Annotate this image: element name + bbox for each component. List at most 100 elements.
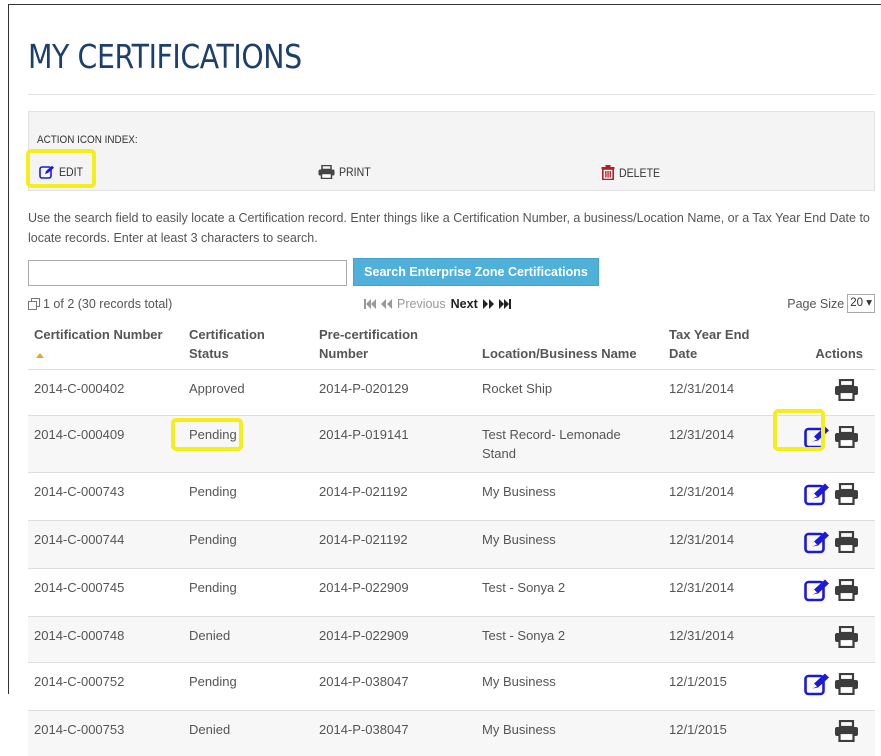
printer-icon[interactable] [834,379,859,406]
cell-actions [775,521,875,569]
cell-actions [775,473,875,521]
cell-tax-date: 12/1/2015 [663,663,775,711]
pager-nav: Previous Next [364,297,511,311]
icon-index-heading: ACTION ICON INDEX: [37,134,138,146]
page-size-label: Page Size [787,297,844,311]
legend-delete: DELETE [601,165,666,180]
location-header-label: Location/Business Name [482,346,637,361]
column-header-actions: Actions [775,322,875,370]
printer-icon[interactable] [834,483,859,510]
printer-icon[interactable] [834,531,859,558]
precert-header-line1: Pre-certification [319,327,418,342]
cell-status: Pending [183,521,313,569]
cell-status: Pending [183,416,313,473]
page-frame: MY CERTIFICATIONS ACTION ICON INDEX: EDI… [8,4,881,694]
table-row: 2014-C-000409Pending2014-P-019141Test Re… [28,416,875,473]
edit-icon[interactable] [804,530,831,559]
page-size-value: 20 [850,297,863,309]
legend-delete-label: DELETE [619,166,660,180]
cell-location: Test - Sonya 2 [476,569,663,617]
column-header-cert-number[interactable]: Certification Number [28,322,183,370]
page-size-select[interactable]: 20 ▾ [847,294,875,313]
status-text: Pending [189,484,237,499]
page-size-control: Page Size 20 ▾ [787,294,875,313]
trash-icon [601,165,615,180]
status-text: Denied [189,628,230,643]
column-header-tax-date[interactable]: Tax Year End Date [663,322,775,370]
cell-location: Test - Sonya 2 [476,617,663,663]
cell-status: Pending [183,473,313,521]
cell-precert-number: 2014-P-020129 [313,370,476,416]
cell-cert-number: 2014-C-000743 [28,473,183,521]
cell-status: Denied [183,711,313,756]
title-divider [28,94,875,95]
previous-page-icon[interactable] [381,299,392,309]
cell-location: Rocket Ship [476,370,663,416]
edit-icon[interactable] [804,425,831,454]
table-row: 2014-C-000402Approved2014-P-020129Rocket… [28,370,875,416]
legend-edit: EDIT [39,165,86,179]
printer-icon[interactable] [834,720,859,747]
table-header-row: Certification Number Certification Statu… [28,322,875,370]
next-page-link[interactable]: Next [451,297,478,311]
printer-icon[interactable] [834,426,859,453]
table-row: 2014-C-000744Pending2014-P-021192My Busi… [28,521,875,569]
cell-tax-date: 12/31/2014 [663,416,775,473]
edit-icon[interactable] [804,672,831,701]
last-page-icon[interactable] [499,299,511,309]
cell-location: My Business [476,473,663,521]
cell-cert-number: 2014-C-000753 [28,711,183,756]
sort-ascending-icon [36,353,44,358]
table-row: 2014-C-000748Denied2014-P-022909Test - S… [28,617,875,663]
edit-icon [39,165,55,179]
previous-page-link[interactable]: Previous [397,297,446,311]
cell-actions [775,569,875,617]
precert-header-line2: Number [319,346,368,361]
column-header-status[interactable]: Certification Status [183,322,313,370]
pager-bar: 1 of 2 (30 records total) Previous Next [28,294,875,316]
cell-location: My Business [476,663,663,711]
column-header-location[interactable]: Location/Business Name [476,322,663,370]
printer-icon[interactable] [834,626,859,653]
cell-tax-date: 12/31/2014 [663,473,775,521]
cell-precert-number: 2014-P-021192 [313,473,476,521]
search-input[interactable] [28,260,347,286]
status-text: Denied [189,722,230,737]
status-text: Pending [189,427,237,442]
legend-edit-label: EDIT [59,165,83,179]
pager-info: 1 of 2 (30 records total) [28,297,172,311]
cell-tax-date: 12/1/2015 [663,711,775,756]
status-text: Approved [189,381,245,396]
cell-precert-number: 2014-P-019141 [313,416,476,473]
column-header-precert[interactable]: Pre-certification Number [313,322,476,370]
cell-actions [775,663,875,711]
status-header-line2: Status [189,346,229,361]
cell-tax-date: 12/31/2014 [663,370,775,416]
table-row: 2014-C-000743 Pending 2014-P-021192My Busi… [28,473,875,521]
cell-status: Pending [183,569,313,617]
cell-tax-date: 12/31/2014 [663,569,775,617]
search-button[interactable]: Search Enterprise Zone Certifications [353,258,599,286]
cell-location: My Business [476,521,663,569]
copy-pages-icon [28,298,40,310]
next-page-icon[interactable] [483,299,494,309]
cell-precert-number: 2014-P-038047 [313,663,476,711]
cell-precert-number: 2014-P-022909 [313,569,476,617]
printer-icon[interactable] [834,673,859,700]
actions-header-label: Actions [815,346,863,361]
cell-location: My Business [476,711,663,756]
action-icon-index: ACTION ICON INDEX: EDIT PRINT [28,111,875,191]
printer-icon[interactable] [834,579,859,606]
search-help-text: Use the search field to easily locate a … [28,208,875,248]
cell-actions [775,711,875,756]
cell-actions [775,617,875,663]
edit-icon[interactable] [804,482,831,511]
edit-icon[interactable] [804,578,831,607]
table-row: 2014-C-000753Denied2014-P-038047My Busin… [28,711,875,756]
cell-cert-number: 2014-C-000745 [28,569,183,617]
table-row: 2014-C-000752Pending2014-P-038047My Busi… [28,663,875,711]
first-page-icon[interactable] [364,299,376,309]
status-header-line1: Certification [189,327,265,342]
cell-cert-number: 2014-C-000409 [28,416,183,473]
table-body: 2014-C-000402Approved2014-P-020129Rocket… [28,370,875,756]
